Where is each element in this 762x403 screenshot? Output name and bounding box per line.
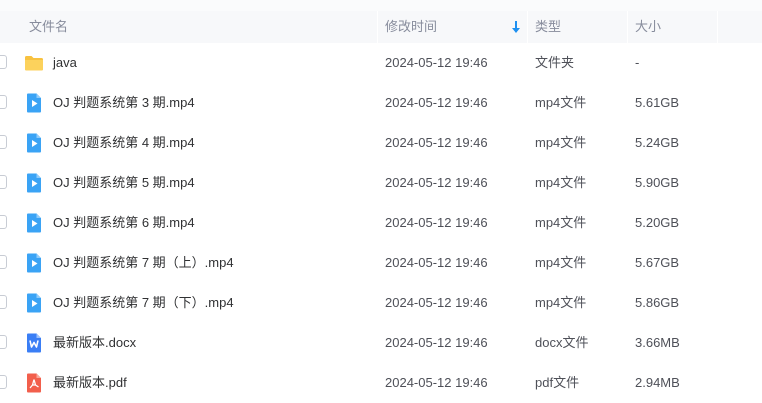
video-file-icon bbox=[24, 253, 44, 273]
word-file-icon bbox=[24, 333, 44, 353]
column-header-type-label: 类型 bbox=[535, 19, 562, 34]
column-header-mtime[interactable]: 修改时间 bbox=[377, 11, 527, 43]
column-header-name-label: 文件名 bbox=[29, 19, 69, 34]
table-row[interactable]: OJ 判题系统第 4 期.mp4 2024-05-12 19:46 mp4文件 5.2… bbox=[0, 123, 762, 163]
modified-time: 2024-05-12 19:46 bbox=[385, 375, 488, 390]
row-checkbox[interactable] bbox=[0, 295, 7, 309]
modified-time: 2024-05-12 19:46 bbox=[385, 135, 488, 150]
row-checkbox[interactable] bbox=[0, 375, 7, 389]
row-checkbox[interactable] bbox=[0, 255, 7, 269]
file-name[interactable]: OJ 判题系统第 3 期.mp4 bbox=[53, 83, 195, 123]
file-name[interactable]: java bbox=[53, 43, 77, 83]
sort-descending-icon[interactable] bbox=[511, 20, 521, 34]
column-header-size-label: 大小 bbox=[635, 19, 662, 34]
file-name[interactable]: 最新版本.docx bbox=[53, 323, 136, 363]
row-checkbox[interactable] bbox=[0, 55, 7, 69]
pdf-file-icon bbox=[24, 373, 44, 393]
row-checkbox[interactable] bbox=[0, 335, 7, 349]
file-type: mp4文件 bbox=[535, 255, 587, 270]
table-row[interactable]: 最新版本.pdf 2024-05-12 19:46 pdf文件 2.94MB bbox=[0, 363, 762, 403]
file-name[interactable]: OJ 判题系统第 6 期.mp4 bbox=[53, 203, 195, 243]
file-type: mp4文件 bbox=[535, 95, 587, 110]
file-type: mp4文件 bbox=[535, 135, 587, 150]
file-type: mp4文件 bbox=[535, 175, 587, 190]
video-file-icon bbox=[24, 293, 44, 313]
file-name[interactable]: OJ 判题系统第 7 期（下）.mp4 bbox=[53, 283, 234, 323]
video-file-icon bbox=[24, 213, 44, 233]
column-header-type[interactable]: 类型 bbox=[527, 11, 627, 43]
modified-time: 2024-05-12 19:46 bbox=[385, 215, 488, 230]
file-size: 5.90GB bbox=[635, 175, 680, 190]
folder-icon bbox=[24, 53, 44, 73]
file-size: 5.86GB bbox=[635, 295, 680, 310]
video-file-icon bbox=[24, 173, 44, 193]
file-type: mp4文件 bbox=[535, 215, 587, 230]
file-size: - bbox=[635, 55, 640, 70]
modified-time: 2024-05-12 19:46 bbox=[385, 295, 488, 310]
table-row[interactable]: OJ 判题系统第 5 期.mp4 2024-05-12 19:46 mp4文件 5.9… bbox=[0, 163, 762, 203]
column-header-size[interactable]: 大小 bbox=[627, 11, 717, 43]
file-name[interactable]: OJ 判题系统第 5 期.mp4 bbox=[53, 163, 195, 203]
file-size: 5.61GB bbox=[635, 95, 680, 110]
row-checkbox[interactable] bbox=[0, 215, 7, 229]
modified-time: 2024-05-12 19:46 bbox=[385, 335, 488, 350]
row-checkbox[interactable] bbox=[0, 175, 7, 189]
top-edge-strip bbox=[0, 0, 762, 11]
column-header-spacer bbox=[717, 11, 762, 43]
table-header: 文件名 修改时间 类型 大小 bbox=[0, 11, 762, 43]
file-type: docx文件 bbox=[535, 335, 589, 350]
video-file-icon bbox=[24, 93, 44, 113]
file-name[interactable]: OJ 判题系统第 7 期（上）.mp4 bbox=[53, 243, 234, 283]
column-header-name[interactable]: 文件名 bbox=[0, 11, 377, 43]
modified-time: 2024-05-12 19:46 bbox=[385, 255, 488, 270]
modified-time: 2024-05-12 19:46 bbox=[385, 55, 488, 70]
row-checkbox[interactable] bbox=[0, 135, 7, 149]
table-row[interactable]: OJ 判题系统第 3 期.mp4 2024-05-12 19:46 mp4文件 5.6… bbox=[0, 83, 762, 123]
table-row[interactable]: java 2024-05-12 19:46 文件夹 - bbox=[0, 43, 762, 83]
file-type: pdf文件 bbox=[535, 375, 580, 390]
file-name[interactable]: 最新版本.pdf bbox=[53, 363, 127, 403]
file-name[interactable]: OJ 判题系统第 4 期.mp4 bbox=[53, 123, 195, 163]
modified-time: 2024-05-12 19:46 bbox=[385, 95, 488, 110]
video-file-icon bbox=[24, 133, 44, 153]
file-type: mp4文件 bbox=[535, 295, 587, 310]
file-list-table: 文件名 修改时间 类型 大小 java 2024-05-12 19:46 文件夹 - O… bbox=[0, 0, 762, 399]
row-checkbox[interactable] bbox=[0, 95, 7, 109]
column-header-mtime-label: 修改时间 bbox=[385, 19, 438, 34]
table-row[interactable]: OJ 判题系统第 7 期（上）.mp4 2024-05-12 19:46 mp4文件… bbox=[0, 243, 762, 283]
modified-time: 2024-05-12 19:46 bbox=[385, 175, 488, 190]
table-row[interactable]: 最新版本.docx 2024-05-12 19:46 docx文件 3.66MB bbox=[0, 323, 762, 363]
file-size: 5.20GB bbox=[635, 215, 680, 230]
table-row[interactable]: OJ 判题系统第 6 期.mp4 2024-05-12 19:46 mp4文件 5.2… bbox=[0, 203, 762, 243]
file-size: 3.66MB bbox=[635, 335, 680, 350]
file-size: 2.94MB bbox=[635, 375, 680, 390]
file-type: 文件夹 bbox=[535, 55, 575, 70]
file-size: 5.24GB bbox=[635, 135, 680, 150]
file-size: 5.67GB bbox=[635, 255, 680, 270]
table-row[interactable]: OJ 判题系统第 7 期（下）.mp4 2024-05-12 19:46 mp4文件… bbox=[0, 283, 762, 323]
